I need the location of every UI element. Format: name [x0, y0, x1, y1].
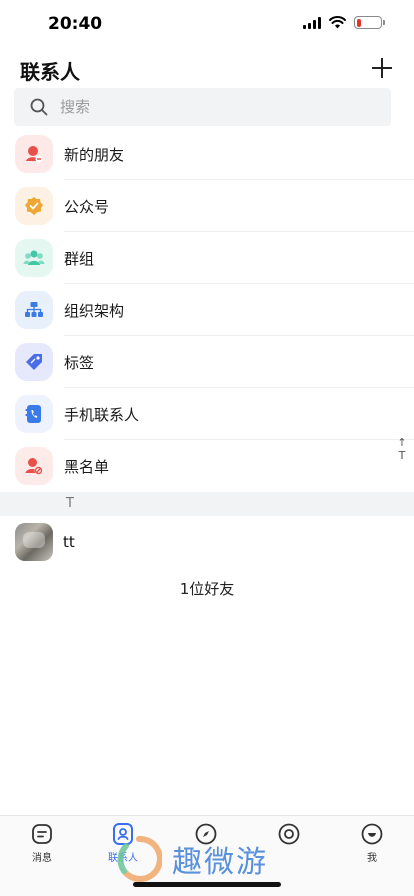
tab-label: 消息 [32, 853, 52, 864]
tag-icon-wrap [15, 343, 53, 381]
search-icon [30, 98, 48, 116]
menu-item-tags[interactable]: 标签 [0, 336, 414, 388]
signal-icon [303, 16, 321, 29]
blacklist-icon [25, 458, 43, 475]
phone-contacts-icon [25, 405, 41, 423]
tab-me[interactable]: 我 [342, 822, 402, 864]
watermark-logo-icon [117, 836, 162, 882]
menu-item-label: 公众号 [64, 197, 110, 216]
alphabet-index-bar[interactable]: ↑ T [396, 436, 408, 462]
menu-item-official-accounts[interactable]: 公众号 [0, 180, 414, 232]
phone-contacts-icon-wrap [15, 395, 53, 433]
menu-item-label: 标签 [64, 353, 95, 372]
menu-item-org-structure[interactable]: 组织架构 [0, 284, 414, 336]
tag-icon [26, 354, 42, 370]
official-account-icon [25, 197, 43, 215]
menu-item-phone-contacts[interactable]: 手机联系人 [0, 388, 414, 440]
contact-row[interactable]: tt [0, 518, 414, 566]
section-header: T [0, 492, 414, 516]
index-up-arrow[interactable]: ↑ [397, 436, 406, 449]
search-input[interactable] [60, 98, 360, 116]
menu-item-blacklist[interactable]: 黑名单 [0, 440, 414, 492]
index-letter-t[interactable]: T [399, 449, 406, 462]
menu-item-new-friends[interactable]: 新的朋友 [0, 128, 414, 180]
home-indicator [133, 882, 281, 887]
wifi-icon [329, 16, 346, 29]
tab-circle[interactable] [259, 822, 319, 849]
watermark-text: 趣微游 [172, 845, 268, 880]
org-chart-icon [25, 302, 43, 317]
section-letter: T [66, 496, 74, 511]
status-bar: 20:40 [0, 0, 414, 48]
battery-icon [354, 16, 385, 29]
menu-item-label: 手机联系人 [64, 405, 140, 424]
search-bar[interactable] [14, 88, 391, 126]
contact-name: tt [63, 533, 75, 551]
menu-item-label: 群组 [64, 249, 95, 268]
add-button[interactable] [370, 56, 394, 80]
official-account-icon-wrap [15, 187, 53, 225]
menu-item-label: 新的朋友 [64, 145, 125, 164]
avatar [15, 523, 53, 561]
page-title: 联系人 [20, 60, 80, 84]
tab-label: 我 [367, 853, 377, 864]
friend-count: 1位好友 [179, 580, 235, 598]
message-icon [32, 824, 52, 844]
new-friend-icon-wrap [15, 135, 53, 173]
blacklist-icon-wrap [15, 447, 53, 485]
circle-icon [278, 823, 300, 845]
org-chart-icon-wrap [15, 291, 53, 329]
new-friend-icon [26, 146, 43, 163]
menu-item-label: 组织架构 [64, 301, 125, 320]
group-icon-wrap [15, 239, 53, 277]
me-icon [361, 823, 383, 845]
contact-menu: 新的朋友 公众号 群组 组织架构 标签 手机联系人 黑名单 [0, 128, 414, 492]
header: 联系人 [0, 48, 414, 88]
status-time: 20:40 [48, 14, 103, 34]
tab-messages[interactable]: 消息 [12, 822, 72, 864]
group-icon [23, 250, 45, 265]
menu-item-groups[interactable]: 群组 [0, 232, 414, 284]
status-icons [303, 16, 385, 29]
menu-item-label: 黑名单 [64, 457, 110, 476]
watermark: 趣微游 [116, 836, 268, 882]
